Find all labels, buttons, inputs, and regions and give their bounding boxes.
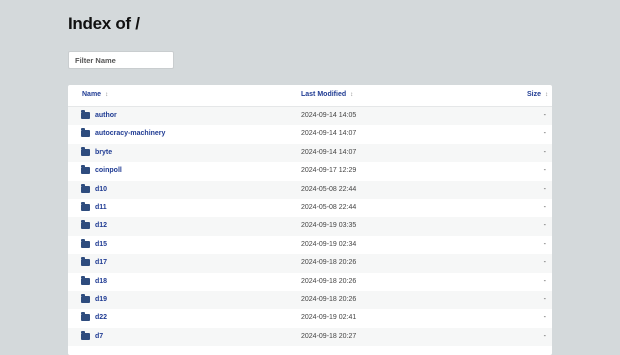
folder-icon (81, 146, 90, 156)
directory-link[interactable]: autocracy-machinery (95, 130, 165, 137)
table-row: d22 2024-09-19 02:41 - (68, 309, 552, 327)
directory-link[interactable]: d10 (95, 186, 107, 193)
last-modified-value: 2024-09-18 20:26 (301, 277, 357, 285)
last-modified-value: 2024-09-18 20:26 (301, 295, 357, 303)
table-row: bryte 2024-09-14 14:07 - (68, 143, 552, 163)
last-modified-value: 2024-09-19 02:34 (301, 240, 357, 248)
table-row: d7 2024-09-18 20:27 - (68, 327, 552, 347)
last-modified-value: 2024-09-14 14:05 (301, 112, 357, 119)
directory-link[interactable]: d11 (95, 204, 107, 211)
directory-link[interactable]: d15 (95, 241, 107, 248)
last-modified-value: 2024-09-14 14:07 (301, 130, 357, 138)
folder-icon (81, 128, 90, 138)
sort-icon: ↕ (350, 92, 354, 98)
table-row: d18 2024-09-18 20:26 - (68, 273, 552, 291)
size-column-header[interactable]: Size ↕ (527, 91, 548, 98)
size-value: - (543, 112, 546, 119)
file-listing-table: Name ↕ Last Modified ↕ Size ↕ author 2024-09… (68, 85, 552, 355)
directory-link[interactable]: d18 (95, 278, 107, 285)
directory-link[interactable]: d7 (95, 333, 103, 340)
folder-icon (81, 275, 90, 285)
table-row: d19 2024-09-18 20:26 - (68, 290, 552, 310)
name-column-label: Name (82, 91, 102, 98)
size-value: - (543, 130, 546, 138)
table-body: author 2024-09-14 14:05- autocracy-machine… (68, 107, 552, 347)
filter-name-input[interactable] (68, 51, 174, 69)
size-value: - (543, 314, 546, 322)
sort-icon: ↕ (545, 92, 548, 98)
directory-link[interactable]: coinpoll (95, 167, 122, 174)
table-row: d15 2024-09-19 02:34 - (68, 236, 552, 254)
size-value: - (543, 240, 546, 248)
size-value: - (543, 148, 546, 156)
last-modified-value: 2024-09-18 20:26 (301, 259, 357, 267)
size-value: - (543, 259, 546, 267)
table-row: d11 2024-05-08 22:44 - (68, 199, 552, 217)
folder-icon (81, 201, 90, 211)
sort-icon: ↕ (105, 92, 109, 98)
folder-icon (81, 183, 90, 193)
size-value: - (543, 167, 546, 175)
directory-link[interactable]: author (95, 112, 117, 119)
table-row: coinpoll 2024-09-17 12:29 - (68, 162, 552, 180)
table-row: autocracy-machinery 2024-09-14 14:07 - (68, 125, 552, 143)
size-value: - (543, 222, 546, 230)
name-column-header[interactable]: Name ↕ (82, 91, 108, 98)
size-value: - (543, 295, 546, 303)
last-modified-value: 2024-09-18 20:27 (301, 332, 357, 340)
table-row: d17 2024-09-18 20:26 - (68, 254, 552, 273)
last-modified-column-header[interactable]: Last Modified ↕ (301, 91, 353, 98)
last-modified-value: 2024-09-14 14:07 (301, 148, 357, 156)
size-value: - (543, 185, 546, 193)
folder-icon (81, 293, 90, 303)
last-modified-value: 2024-05-08 22:44 (301, 185, 357, 193)
folder-icon (81, 330, 90, 340)
table-row: d10 2024-05-08 22:44 - (68, 180, 552, 199)
directory-link[interactable]: d12 (95, 222, 107, 229)
folder-icon (81, 312, 90, 322)
folder-icon (81, 110, 90, 119)
directory-link[interactable]: d19 (95, 296, 107, 303)
folder-icon (81, 220, 90, 230)
size-column-label: Size (526, 91, 541, 98)
page-title: Index of / (68, 14, 140, 33)
size-value: - (543, 332, 546, 340)
last-modified-value: 2024-09-19 02:41 (301, 314, 357, 322)
directory-link[interactable]: bryte (95, 149, 112, 156)
directory-link[interactable]: d22 (95, 314, 107, 321)
directory-link[interactable]: d17 (95, 259, 107, 266)
size-value: - (543, 277, 546, 285)
folder-icon (81, 238, 90, 248)
last-modified-value: 2024-09-19 03:35 (301, 222, 357, 230)
last-modified-value: 2024-09-17 12:29 (301, 167, 357, 175)
table-header: Name ↕ Last Modified ↕ Size ↕ (68, 85, 552, 107)
size-value: - (543, 203, 546, 211)
table-row: d12 2024-09-19 03:35 - (68, 217, 552, 236)
table-row: author 2024-09-14 14:05 - (68, 107, 552, 126)
folder-icon (81, 257, 90, 267)
last-modified-value: 2024-05-08 22:44 (301, 203, 357, 211)
last-modified-column-label: Last Modified (301, 91, 347, 98)
folder-icon (81, 165, 90, 175)
